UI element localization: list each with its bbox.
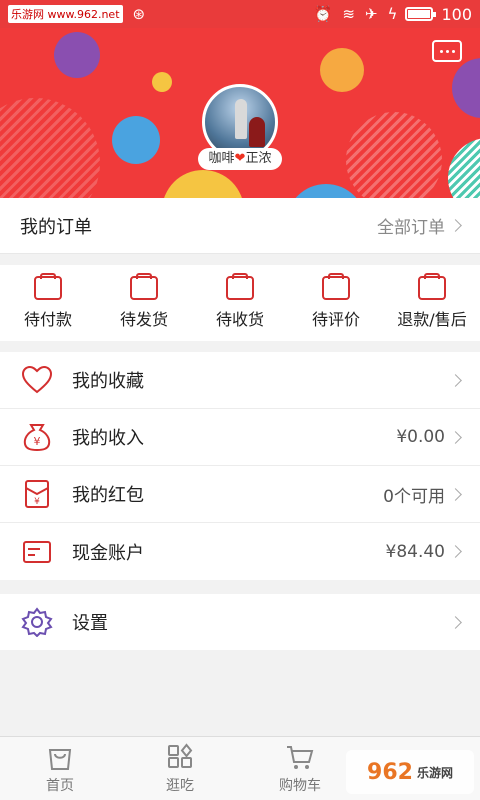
box-icon [130,273,158,300]
comment-icon [322,273,350,300]
decor-bubble [152,72,172,92]
decor-bubble [54,32,100,78]
decor-bubble [452,58,480,118]
all-orders-link[interactable]: 全部订单 [377,213,445,238]
status-label: 退款/售后 [397,310,467,329]
decor-bubble [162,170,244,198]
nickname-second: 正浓 [245,151,272,166]
status-label: 待付款 [23,310,72,329]
nav-home[interactable]: 首页 [0,737,120,800]
nav-label: 首页 [46,777,74,794]
chevron-right-icon [449,430,462,444]
menu-item-favorites[interactable]: 我的收藏 [0,352,480,409]
my-orders-title: 我的订单 [20,216,92,238]
site-logo: 962 乐游网 [346,750,474,794]
red-envelope-value: 0个可用 [383,486,445,507]
message-icon[interactable] [432,40,462,62]
menu-item-cash-account[interactable]: 现金账户 ¥84.40 [0,523,480,580]
money-bag-icon: ¥ [20,422,54,452]
status-label: 待收货 [215,310,264,329]
status-pending-payment[interactable]: 待付款 [0,265,96,341]
decor-bubble [448,138,480,198]
nickname-first: 咖啡 [208,151,235,166]
menu-label: 现金账户 [72,542,144,564]
battery-percent: 100 [441,4,472,24]
bag-icon [48,748,72,770]
decor-bubble [346,112,442,198]
airplane-icon: ✈ [364,5,378,23]
my-orders-row[interactable]: 我的订单 全部订单 [0,198,480,254]
wifi-icon: ≋ [342,5,355,23]
menu-item-settings[interactable]: 设置 [0,594,480,650]
decor-bubble [0,98,100,198]
status-label: 待评价 [311,310,360,329]
nav-browse[interactable]: 逛吃 [120,737,240,800]
chevron-right-icon [449,373,462,387]
heart-icon [20,365,54,395]
decor-bubble [112,116,160,164]
chevron-right-icon [449,545,462,558]
nav-label: 购物车 [279,777,321,794]
nav-cart[interactable]: 购物车 [240,737,360,800]
decor-bubble [320,48,364,92]
package-icon [226,273,254,300]
logo-suffix: 乐游网 [416,765,453,780]
charging-icon: ϟ [387,5,398,23]
menu-item-income[interactable]: ¥ 我的收入 ¥0.00 [0,409,480,466]
app-notification-icon: ⊛ [132,5,146,23]
svg-text:¥: ¥ [34,497,40,507]
status-label: 待发货 [119,310,168,329]
svg-text:¥: ¥ [34,435,41,448]
chevron-right-icon [449,615,462,629]
menu-label: 我的收入 [72,428,144,449]
menu-item-red-envelope[interactable]: ¥ 我的红包 0个可用 [0,466,480,523]
red-envelope-icon: ¥ [20,479,54,509]
nav-label: 逛吃 [166,777,194,794]
cart-icon [287,745,314,769]
status-refund-aftersale[interactable]: 退款/售后 [384,265,480,341]
status-pending-receipt[interactable]: 待收货 [192,265,288,341]
status-bar: 乐游网 www.962.net ⊛ ⏰ ≋ ✈ ϟ 100 [0,0,480,28]
gear-icon [20,607,54,637]
chevron-right-icon [449,219,462,232]
return-icon [418,273,446,300]
alarm-icon: ⏰ [313,5,333,23]
menu-label: 我的红包 [72,485,144,506]
status-pending-review[interactable]: 待评价 [288,265,384,341]
chevron-right-icon [449,487,462,501]
cash-value: ¥84.40 [385,541,445,562]
logo-number: 962 [367,759,413,785]
heart-icon: ❤ [234,151,246,166]
nickname-badge: 咖啡❤正浓 [198,148,282,170]
profile-header: 咖啡❤正浓 [0,28,480,198]
menu-label: 我的收藏 [72,371,144,392]
order-status-bar: 待付款 待发货 待收货 待评价 退款/售后 [0,265,480,341]
settings-label: 设置 [72,613,108,634]
wallet-icon [34,273,62,300]
income-value: ¥0.00 [396,427,445,447]
account-menu: 我的收藏 ¥ 我的收入 ¥0.00 ¥ 我的红包 0个可用 现金账户 ¥84.4… [0,352,480,580]
battery-icon [405,7,437,21]
card-icon [20,537,54,567]
grid-icon [168,742,193,768]
status-pending-shipment[interactable]: 待发货 [96,265,192,341]
watermark: 乐游网 www.962.net [8,5,123,23]
